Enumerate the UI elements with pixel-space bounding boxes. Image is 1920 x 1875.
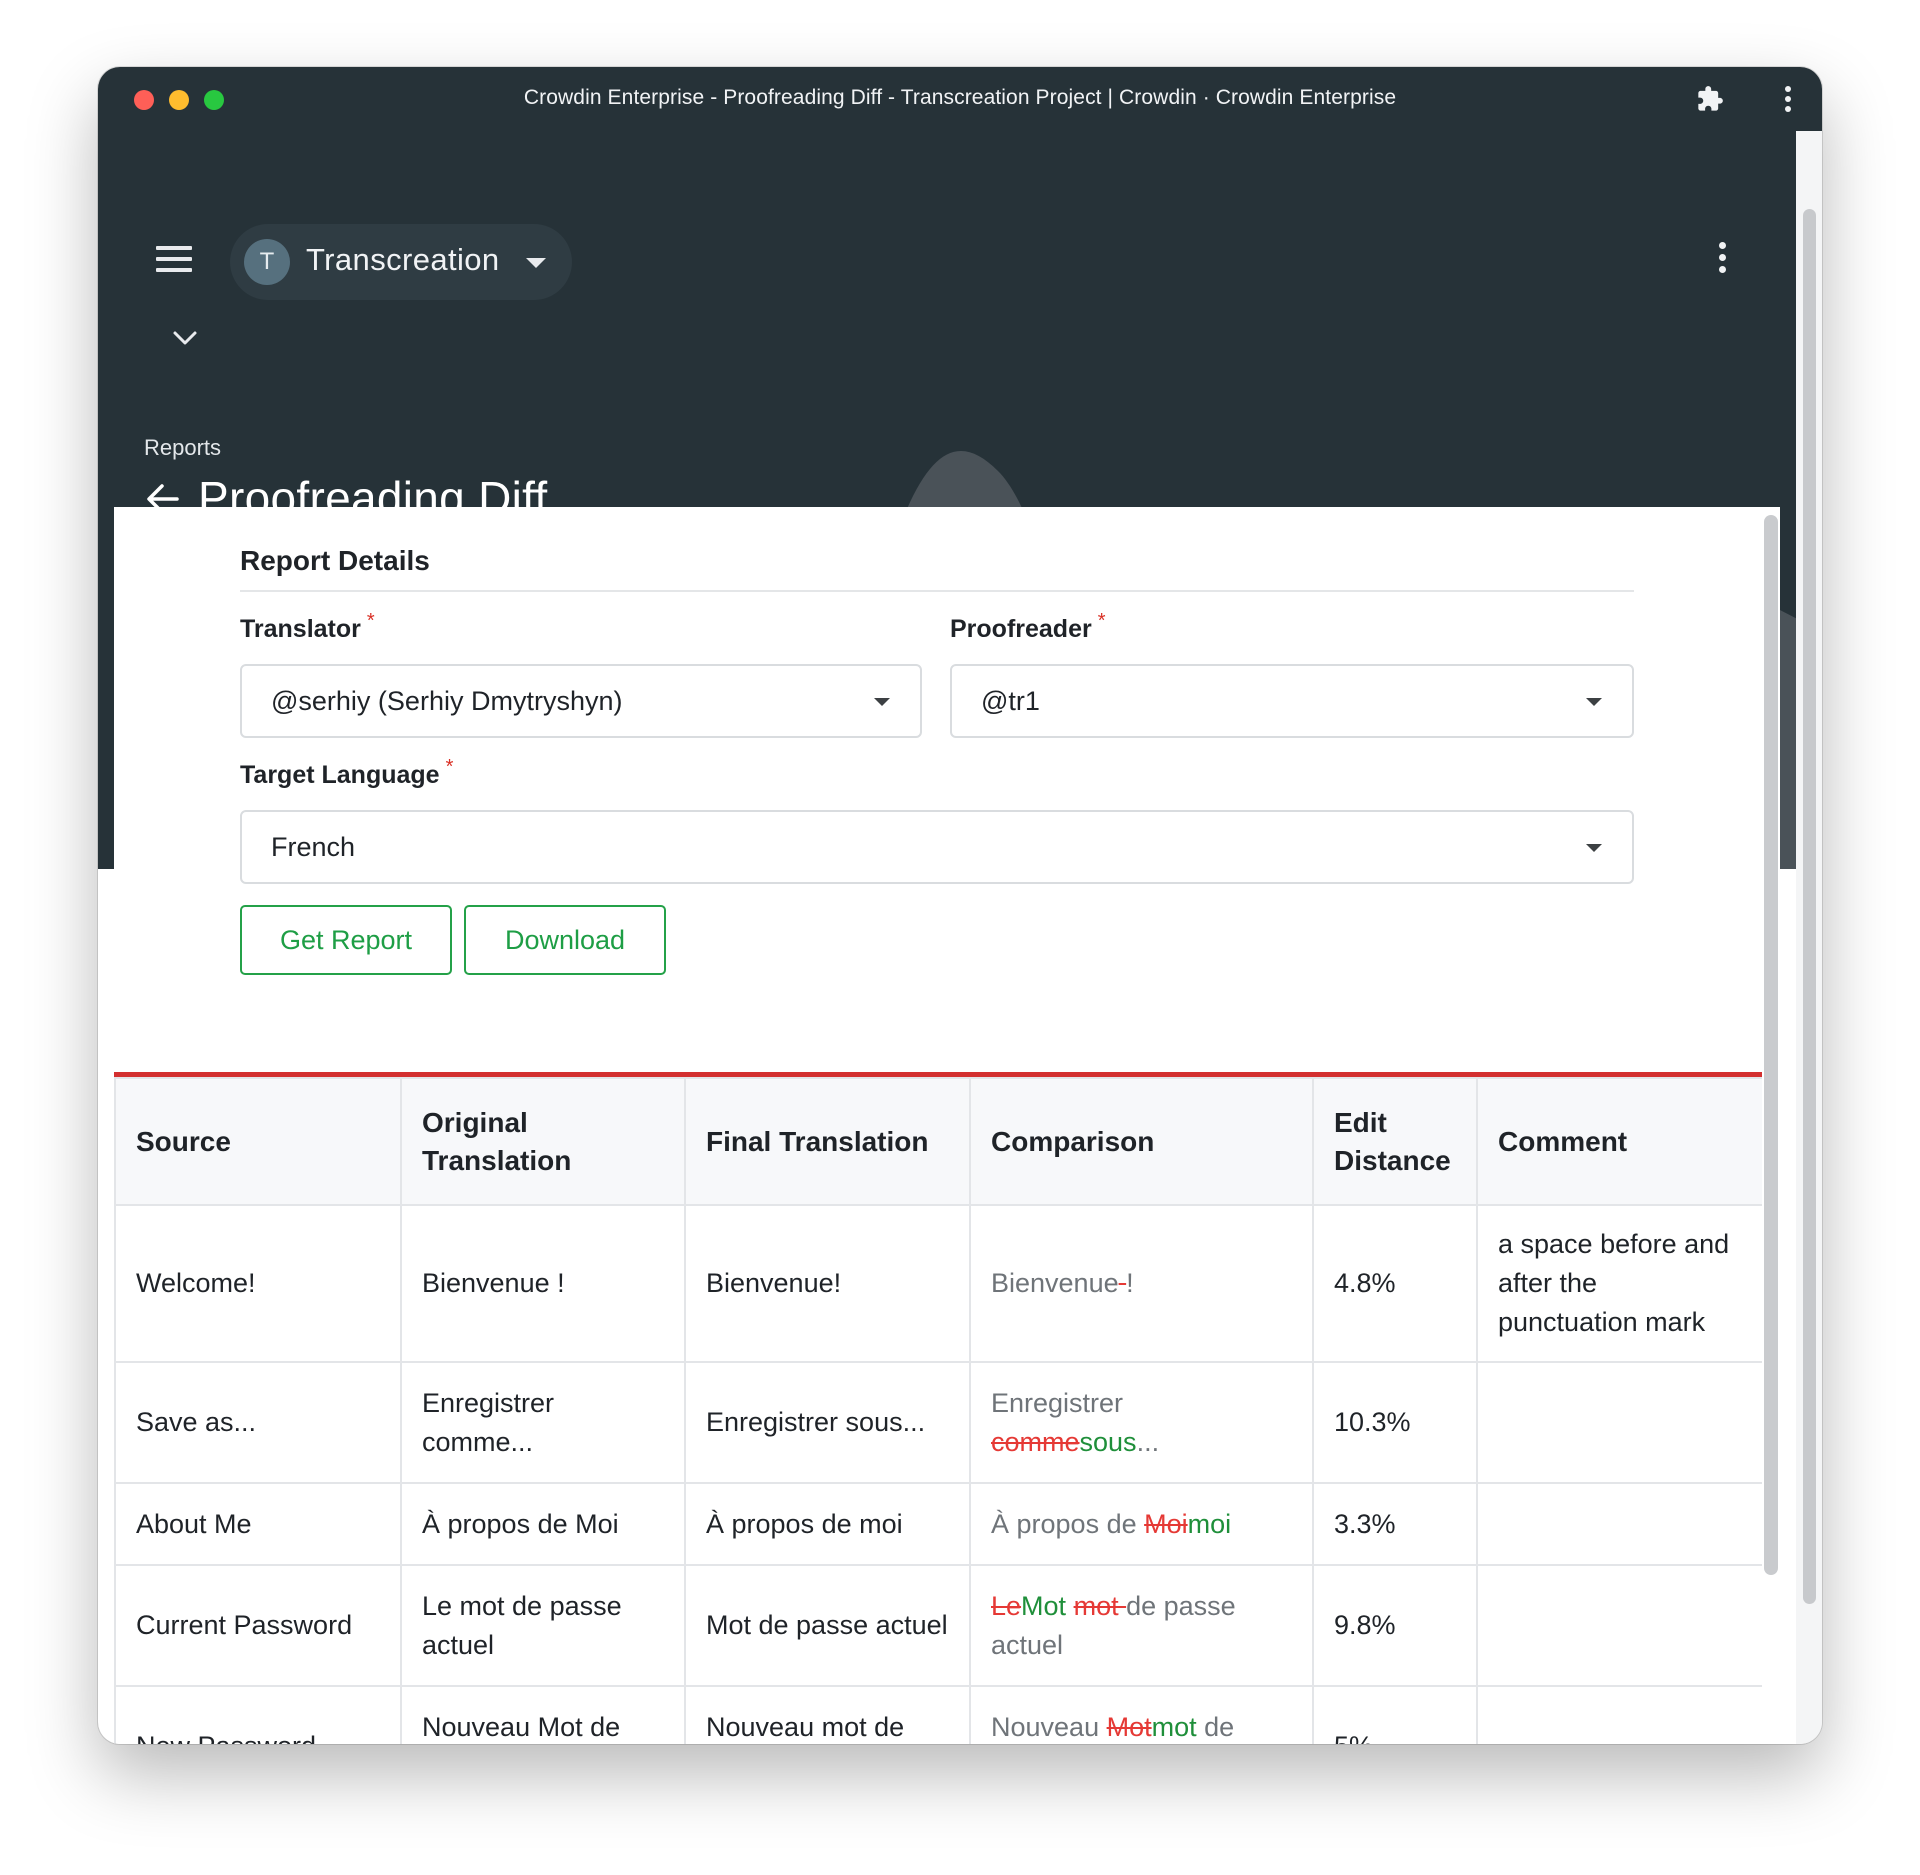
target-language-label: Target Language *	[240, 756, 454, 789]
report-details-title: Report Details	[240, 545, 430, 576]
translator-label: Translator *	[240, 610, 375, 643]
diff-inserted: moi	[1187, 1508, 1232, 1539]
table-header-row: Source Original Translation Final Transl…	[114, 1077, 1762, 1206]
content-scrollbar-thumb[interactable]	[1764, 515, 1778, 1575]
cell-comment	[1476, 1564, 1762, 1687]
diff-deleted	[1119, 1268, 1127, 1298]
caret-down-icon	[1586, 844, 1602, 852]
diff-table-container: Source Original Translation Final Transl…	[114, 1072, 1762, 1744]
table-row: Save as... Enregistrer comme... Enregistre…	[114, 1361, 1762, 1484]
cell-source: Current Password	[114, 1564, 402, 1687]
window-title: Crowdin Enterprise - Proofreading Diff -…	[523, 86, 1397, 109]
project-avatar: T	[244, 239, 290, 285]
cell-final-translation: Enregistrer sous...	[684, 1361, 971, 1484]
diff-deleted: Mot	[1106, 1711, 1152, 1742]
diff-deleted: Le	[991, 1590, 1022, 1621]
diff-table: Source Original Translation Final Transl…	[114, 1077, 1762, 1744]
target-language-value: French	[271, 832, 356, 862]
cell-source: Welcome!	[114, 1204, 402, 1363]
cell-original-translation: Enregistrer comme...	[400, 1361, 686, 1484]
project-switcher[interactable]: T Transcreation	[230, 224, 572, 300]
diff-unchanged: Nouveau	[991, 1711, 1107, 1742]
chevron-down-icon[interactable]	[172, 330, 198, 348]
cell-final-translation: Mot de passe actuel	[684, 1564, 971, 1687]
proofreader-select[interactable]: @tr1	[950, 664, 1634, 738]
caret-down-icon	[526, 258, 546, 268]
diff-unchanged: ...	[1136, 1426, 1160, 1457]
cell-edit-distance: 3.3%	[1312, 1482, 1478, 1566]
cell-original-translation: Le mot de passe actuel	[400, 1564, 686, 1687]
download-button[interactable]: Download	[464, 905, 666, 975]
column-header-original[interactable]: Original Translation	[400, 1077, 686, 1206]
cell-comment	[1476, 1685, 1762, 1744]
report-card: Report Details Translator * @serhiy (Serh…	[114, 507, 1780, 1744]
cell-edit-distance: 10.3%	[1312, 1361, 1478, 1484]
diff-unchanged: de	[1196, 1711, 1235, 1742]
cell-comment	[1476, 1482, 1762, 1566]
cell-edit-distance: 4.8%	[1312, 1204, 1478, 1363]
diff-unchanged: Enregistrer	[991, 1387, 1124, 1418]
column-header-source[interactable]: Source	[114, 1077, 402, 1206]
table-row: About Me À propos de Moi À propos de moi À …	[114, 1482, 1762, 1566]
cell-source: About Me	[114, 1482, 402, 1566]
title-bar: Crowdin Enterprise - Proofreading Diff -…	[98, 67, 1822, 131]
cell-comparison: À propos de Moimoi	[969, 1482, 1314, 1566]
proofreader-value: @tr1	[981, 686, 1040, 716]
cell-source: New Password	[114, 1685, 402, 1744]
translator-value: @serhiy (Serhiy Dmytryshyn)	[271, 686, 623, 716]
caret-down-icon	[1586, 698, 1602, 706]
section-divider	[240, 590, 1634, 592]
caret-down-icon	[874, 698, 890, 706]
cell-edit-distance: 9.8%	[1312, 1564, 1478, 1687]
target-language-select[interactable]: French	[240, 810, 1634, 884]
project-name: Transcreation	[306, 242, 500, 277]
get-report-button[interactable]: Get Report	[240, 905, 452, 975]
diff-inserted: sous	[1079, 1426, 1137, 1457]
diff-deleted: mot	[1073, 1590, 1127, 1621]
diff-unchanged: Bienvenue	[991, 1268, 1119, 1298]
column-header-comment[interactable]: Comment	[1476, 1077, 1762, 1206]
cell-final-translation: Nouveau mot de passe	[684, 1685, 971, 1744]
table-row: New PasswordNouveau Mot de PasseNouveau …	[114, 1685, 1762, 1744]
diff-inserted: mot	[1151, 1711, 1197, 1742]
cell-comparison: Nouveau Motmot de Passepasse	[969, 1685, 1314, 1744]
column-header-final[interactable]: Final Translation	[684, 1077, 971, 1206]
cell-edit-distance: 5%	[1312, 1685, 1478, 1744]
required-mark: *	[445, 756, 454, 778]
diff-deleted: Moi	[1144, 1508, 1188, 1539]
cell-comparison: Bienvenue !	[969, 1204, 1314, 1363]
cell-comparison: LeMot mot de passe actuel	[969, 1564, 1314, 1687]
proofreader-label: Proofreader *	[950, 610, 1106, 643]
browser-window: Crowdin Enterprise - Proofreading Diff -…	[98, 67, 1822, 1744]
cell-original-translation: Bienvenue !	[400, 1204, 686, 1363]
breadcrumb[interactable]: Reports	[144, 435, 221, 461]
diff-inserted: Mot	[1021, 1590, 1067, 1621]
column-header-edit-distance[interactable]: Edit Distance	[1312, 1077, 1478, 1206]
required-mark: *	[1097, 610, 1106, 632]
table-row: Current Password Le mot de passe actuel Mo…	[114, 1564, 1762, 1687]
page-scrollbar[interactable]	[1796, 131, 1822, 1744]
puzzle-icon[interactable]	[1696, 85, 1724, 113]
page-scrollbar-thumb[interactable]	[1803, 209, 1816, 1604]
translator-select[interactable]: @serhiy (Serhiy Dmytryshyn)	[240, 664, 922, 738]
cell-final-translation: À propos de moi	[684, 1482, 971, 1566]
cell-source: Save as...	[114, 1361, 402, 1484]
diff-deleted: comme	[991, 1426, 1080, 1457]
diff-unchanged	[1066, 1591, 1074, 1621]
cell-final-translation: Bienvenue!	[684, 1204, 971, 1363]
cell-comment	[1476, 1361, 1762, 1484]
diff-unchanged: !	[1126, 1268, 1134, 1298]
diff-unchanged: À propos de	[991, 1508, 1145, 1539]
cell-original-translation: À propos de Moi	[400, 1482, 686, 1566]
table-row: Welcome! Bienvenue ! Bienvenue! Bienvenue !…	[114, 1204, 1762, 1363]
cell-comment: a space before and after the punctuation…	[1476, 1204, 1762, 1363]
cell-comparison: Enregistrer commesous...	[969, 1361, 1314, 1484]
column-header-comparison[interactable]: Comparison	[969, 1077, 1314, 1206]
cell-original-translation: Nouveau Mot de Passe	[400, 1685, 686, 1744]
required-mark: *	[366, 610, 375, 632]
app-more-kebab-icon[interactable]	[1718, 242, 1726, 276]
browser-menu-kebab-icon[interactable]	[1784, 86, 1792, 112]
hamburger-icon[interactable]	[156, 246, 192, 272]
